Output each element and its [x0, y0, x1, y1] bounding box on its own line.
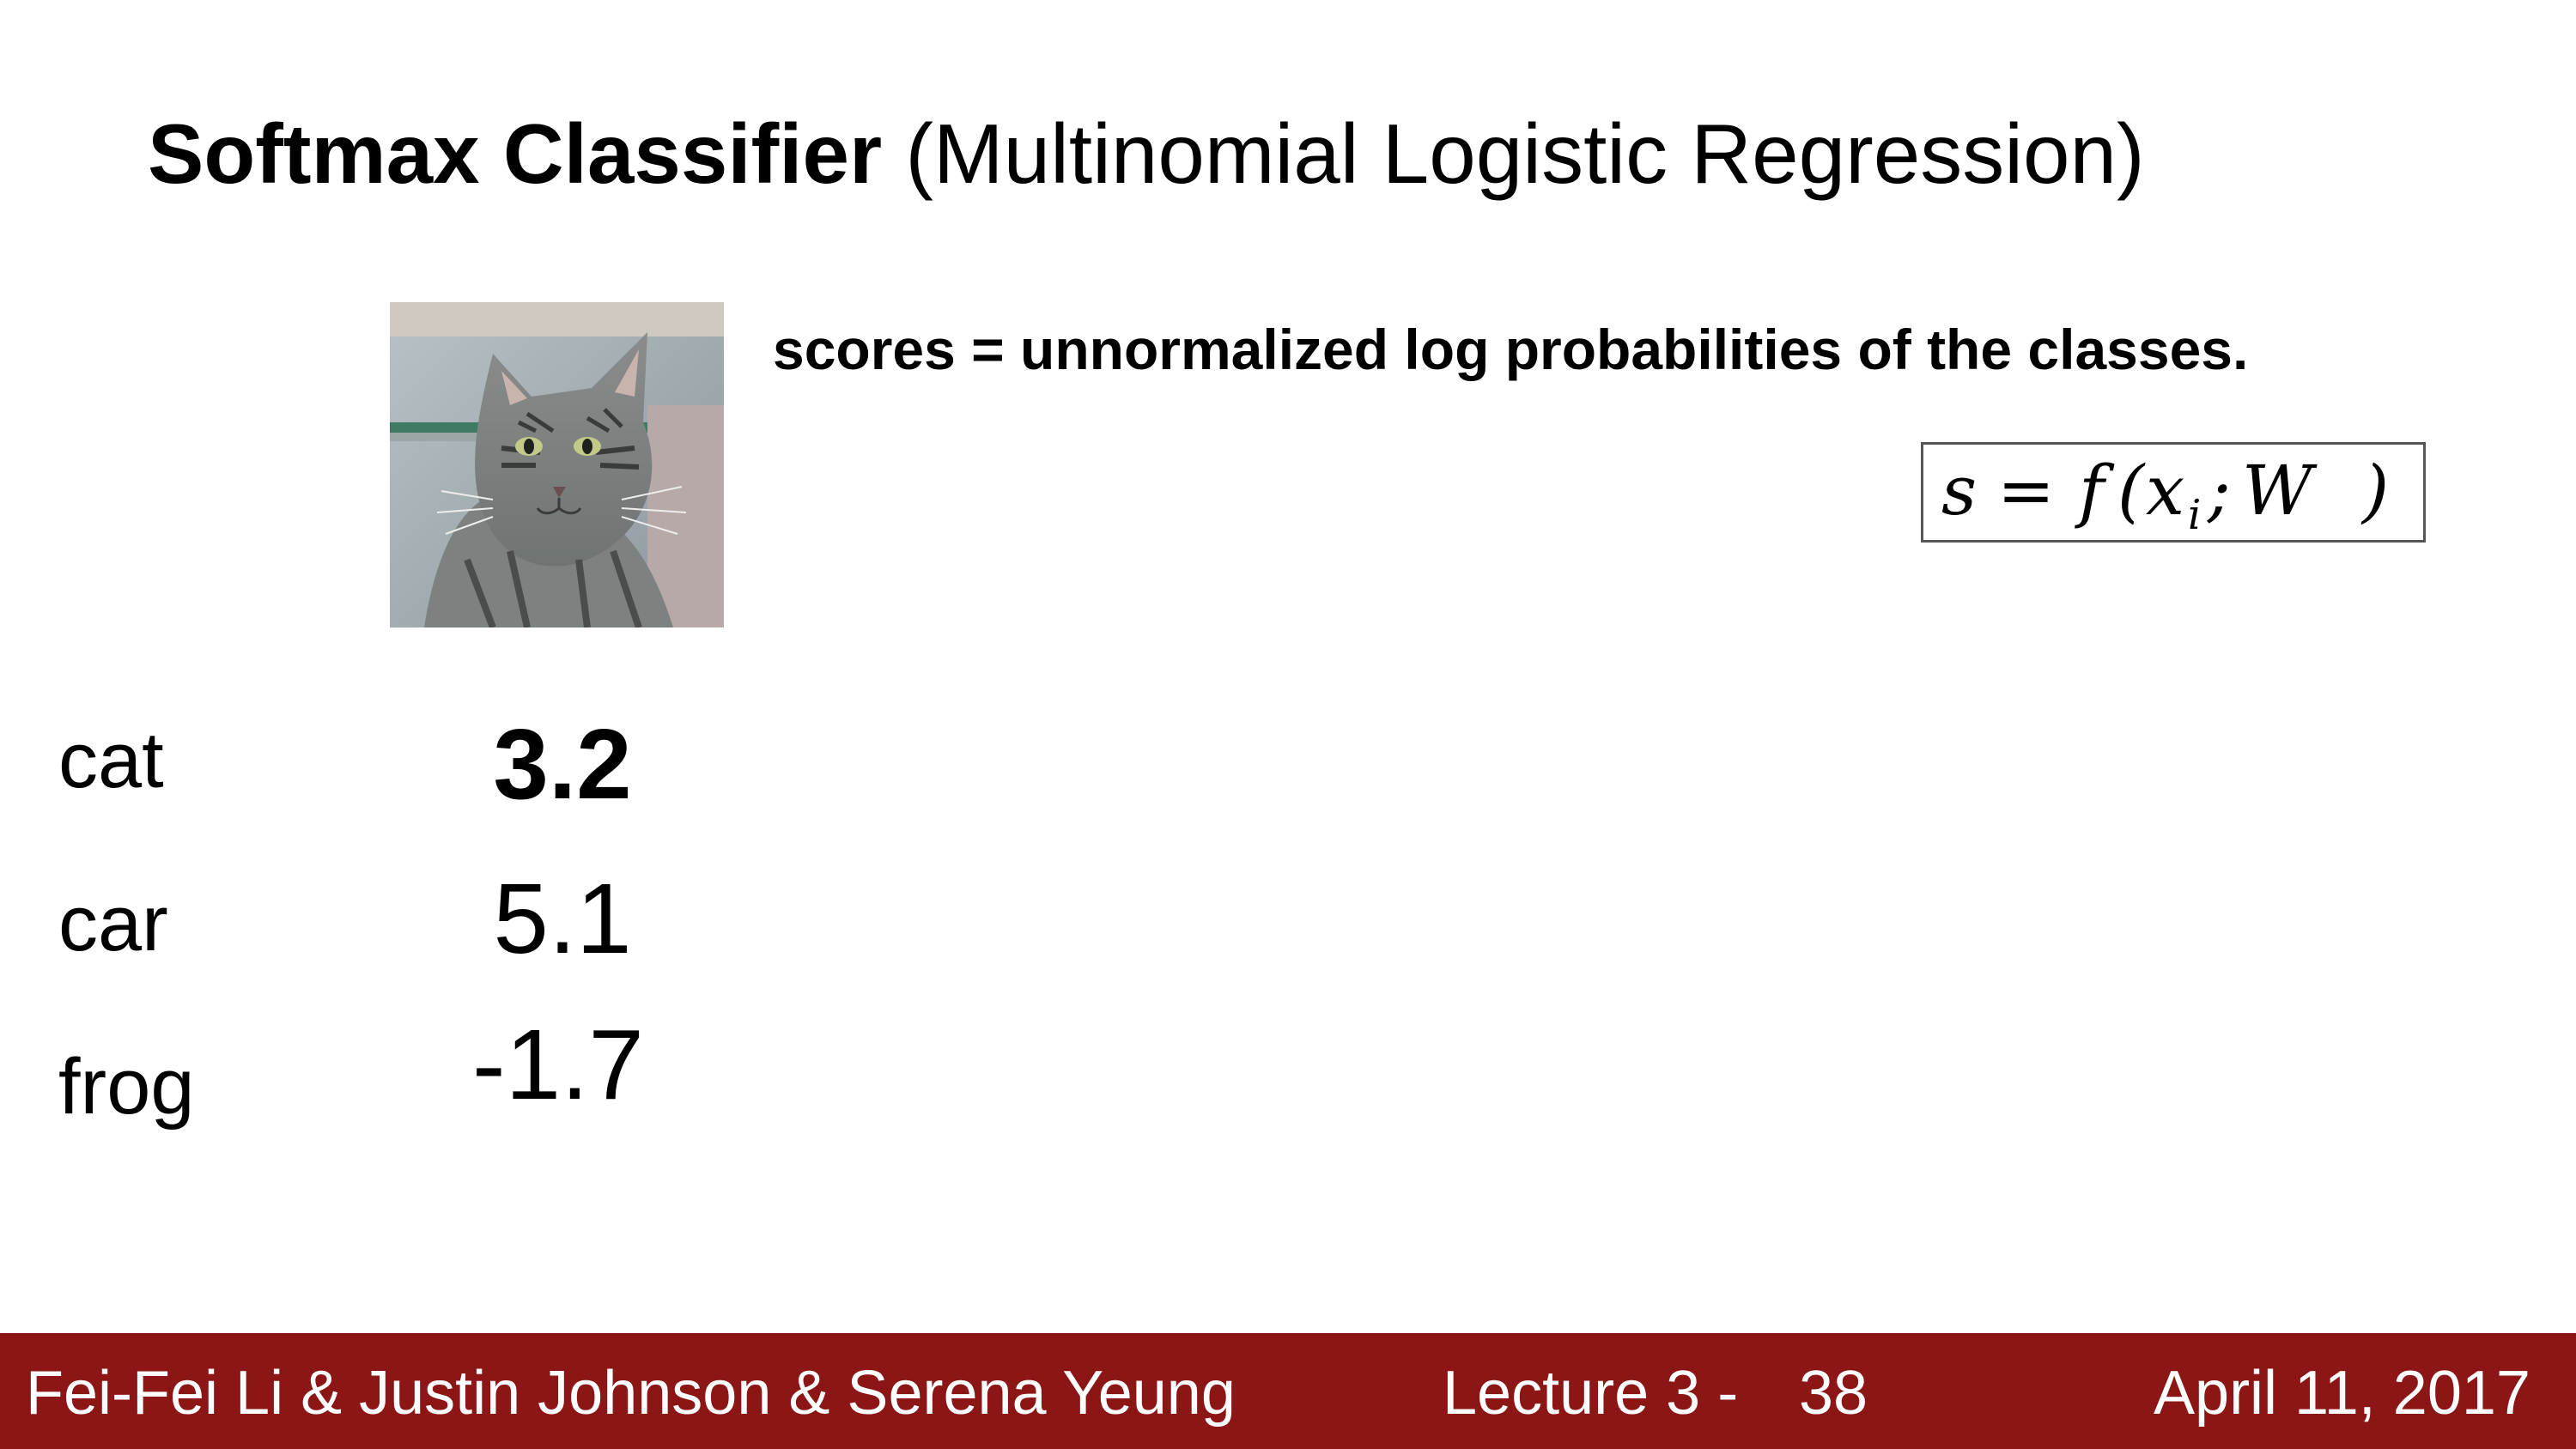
svg-text:(: ( — [2117, 451, 2146, 530]
scores-description: scores = unnormalized log probabilities … — [773, 318, 2249, 381]
footer-authors: Fei-Fei Li & Justin Johnson & Serena Yeu… — [26, 1359, 1236, 1428]
class-label-cat: cat — [58, 717, 164, 804]
footer-bar: Fei-Fei Li & Justin Johnson & Serena Yeu… — [0, 1333, 2576, 1449]
cat-photo — [390, 302, 724, 627]
svg-text:=: = — [1997, 451, 2055, 530]
slide-title: Softmax Classifier (Multinomial Logistic… — [148, 112, 2145, 196]
svg-text:s: s — [1941, 451, 1977, 530]
svg-text:f: f — [2075, 451, 2115, 530]
slide-title-rest: (Multinomial Logistic Regression) — [882, 106, 2145, 201]
class-score-cat: 3.2 — [493, 708, 632, 820]
class-score-car: 5.1 — [493, 863, 632, 974]
class-score-frog: -1.7 — [472, 1009, 644, 1120]
class-label-car: car — [58, 880, 168, 967]
svg-text:i: i — [2188, 491, 2201, 536]
score-formula-math: s = f ( x i ; W ) — [1941, 451, 2389, 536]
footer-lecture: Lecture 3 - — [1443, 1359, 1739, 1428]
svg-text:x: x — [2146, 451, 2184, 530]
slide-title-bold: Softmax Classifier — [148, 106, 883, 201]
slide: Softmax Classifier (Multinomial Logistic… — [0, 0, 2576, 1449]
svg-text:): ) — [2360, 451, 2389, 530]
svg-text:W: W — [2242, 451, 2318, 530]
svg-text:;: ; — [2207, 451, 2231, 530]
footer-slide-number: 38 — [1799, 1359, 1868, 1428]
class-label-frog: frog — [58, 1043, 195, 1131]
footer-date: April 11, 2017 — [2154, 1359, 2530, 1428]
score-formula: s = f ( x i ; W ) — [1921, 442, 2426, 543]
